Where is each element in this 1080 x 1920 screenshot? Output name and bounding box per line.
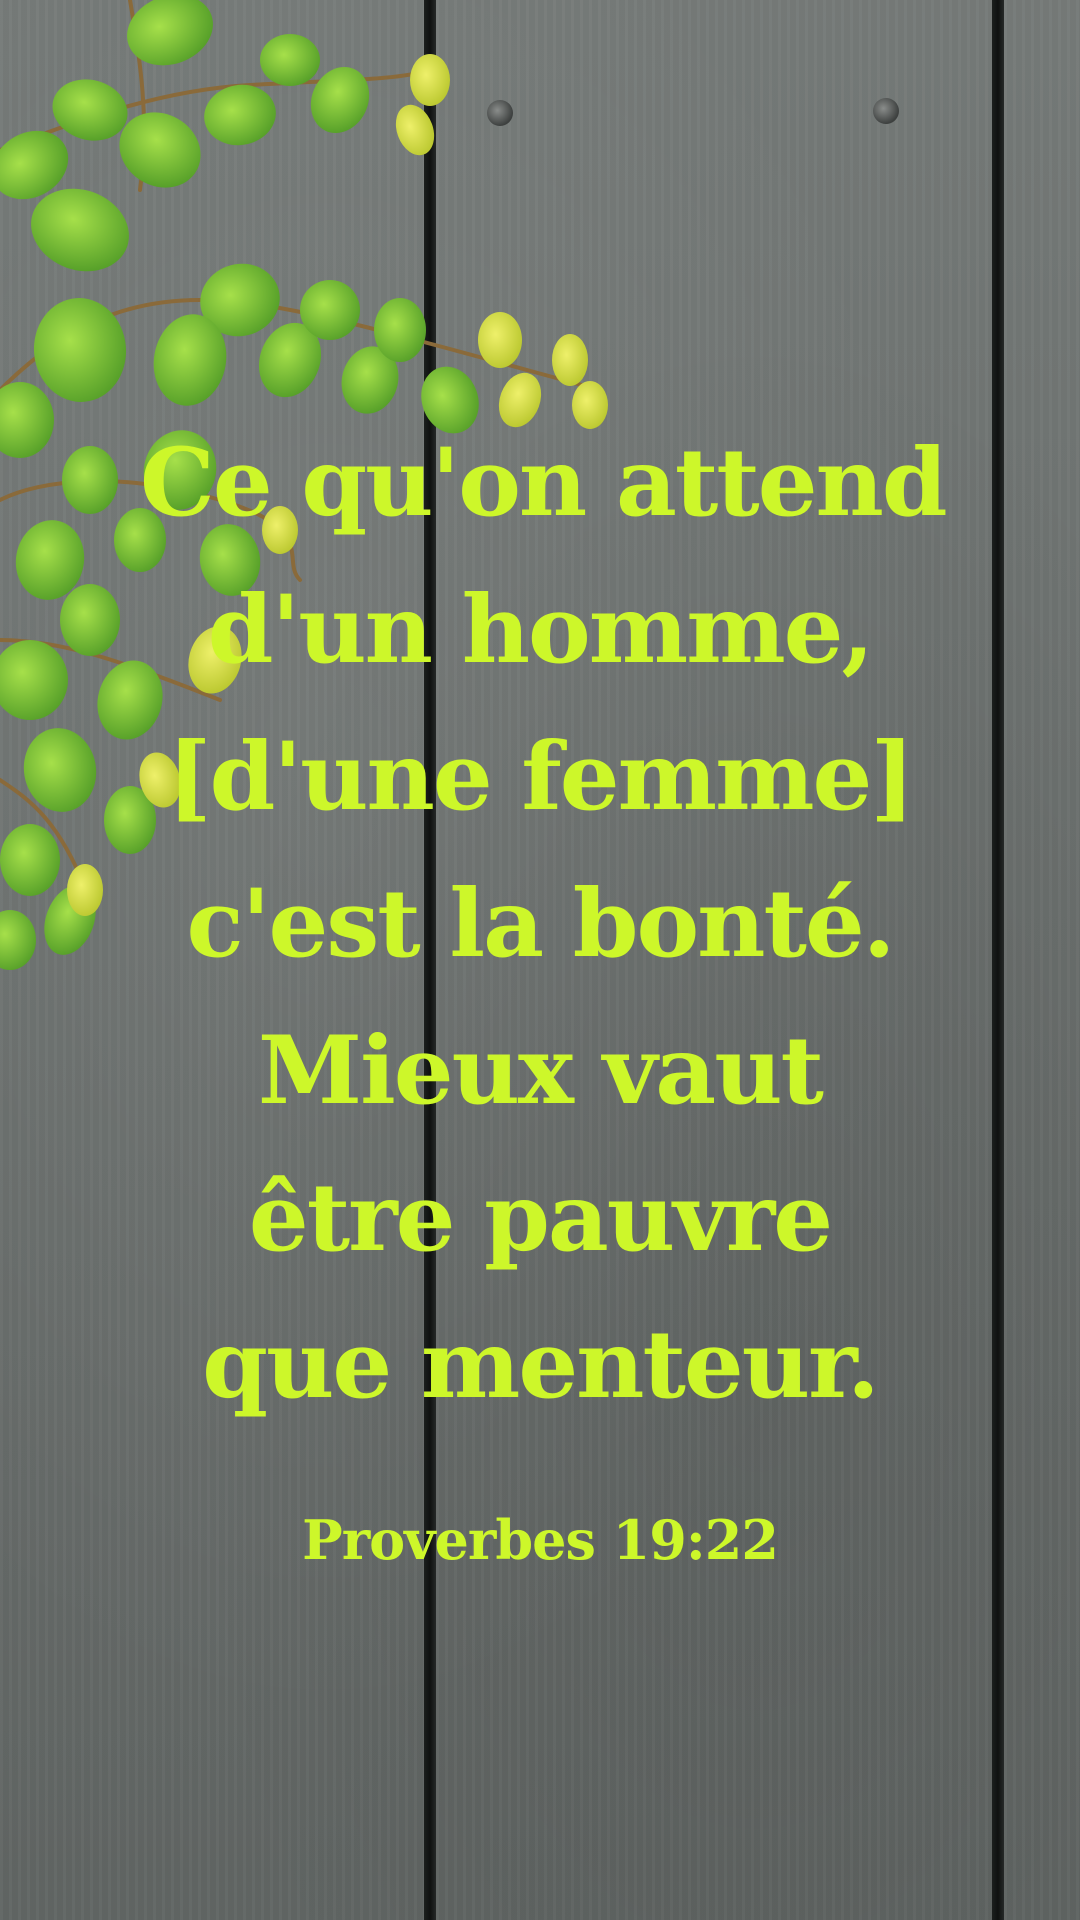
verse-line: être pauvre: [248, 1163, 833, 1273]
wood-plank-right: [1004, 0, 1080, 1920]
verse-line: Ce qu'on attend: [140, 428, 948, 538]
verse-line: c'est la bonté.: [186, 869, 896, 979]
verse-line: Mieux vaut: [258, 1016, 824, 1126]
verse-reference: Proverbes 19:22: [302, 1508, 779, 1572]
plank-gap-right: [992, 0, 1004, 1920]
wallpaper-background: Ce qu'on attend d'un homme, [d'une femme…: [0, 0, 1080, 1920]
verse-line: d'un homme,: [207, 575, 874, 685]
nail-icon: [873, 98, 899, 124]
verse-text: Ce qu'on attend d'un homme, [d'une femme…: [140, 410, 948, 1439]
verse-line: [d'une femme]: [167, 722, 915, 832]
verse-line: que menteur.: [202, 1310, 879, 1420]
